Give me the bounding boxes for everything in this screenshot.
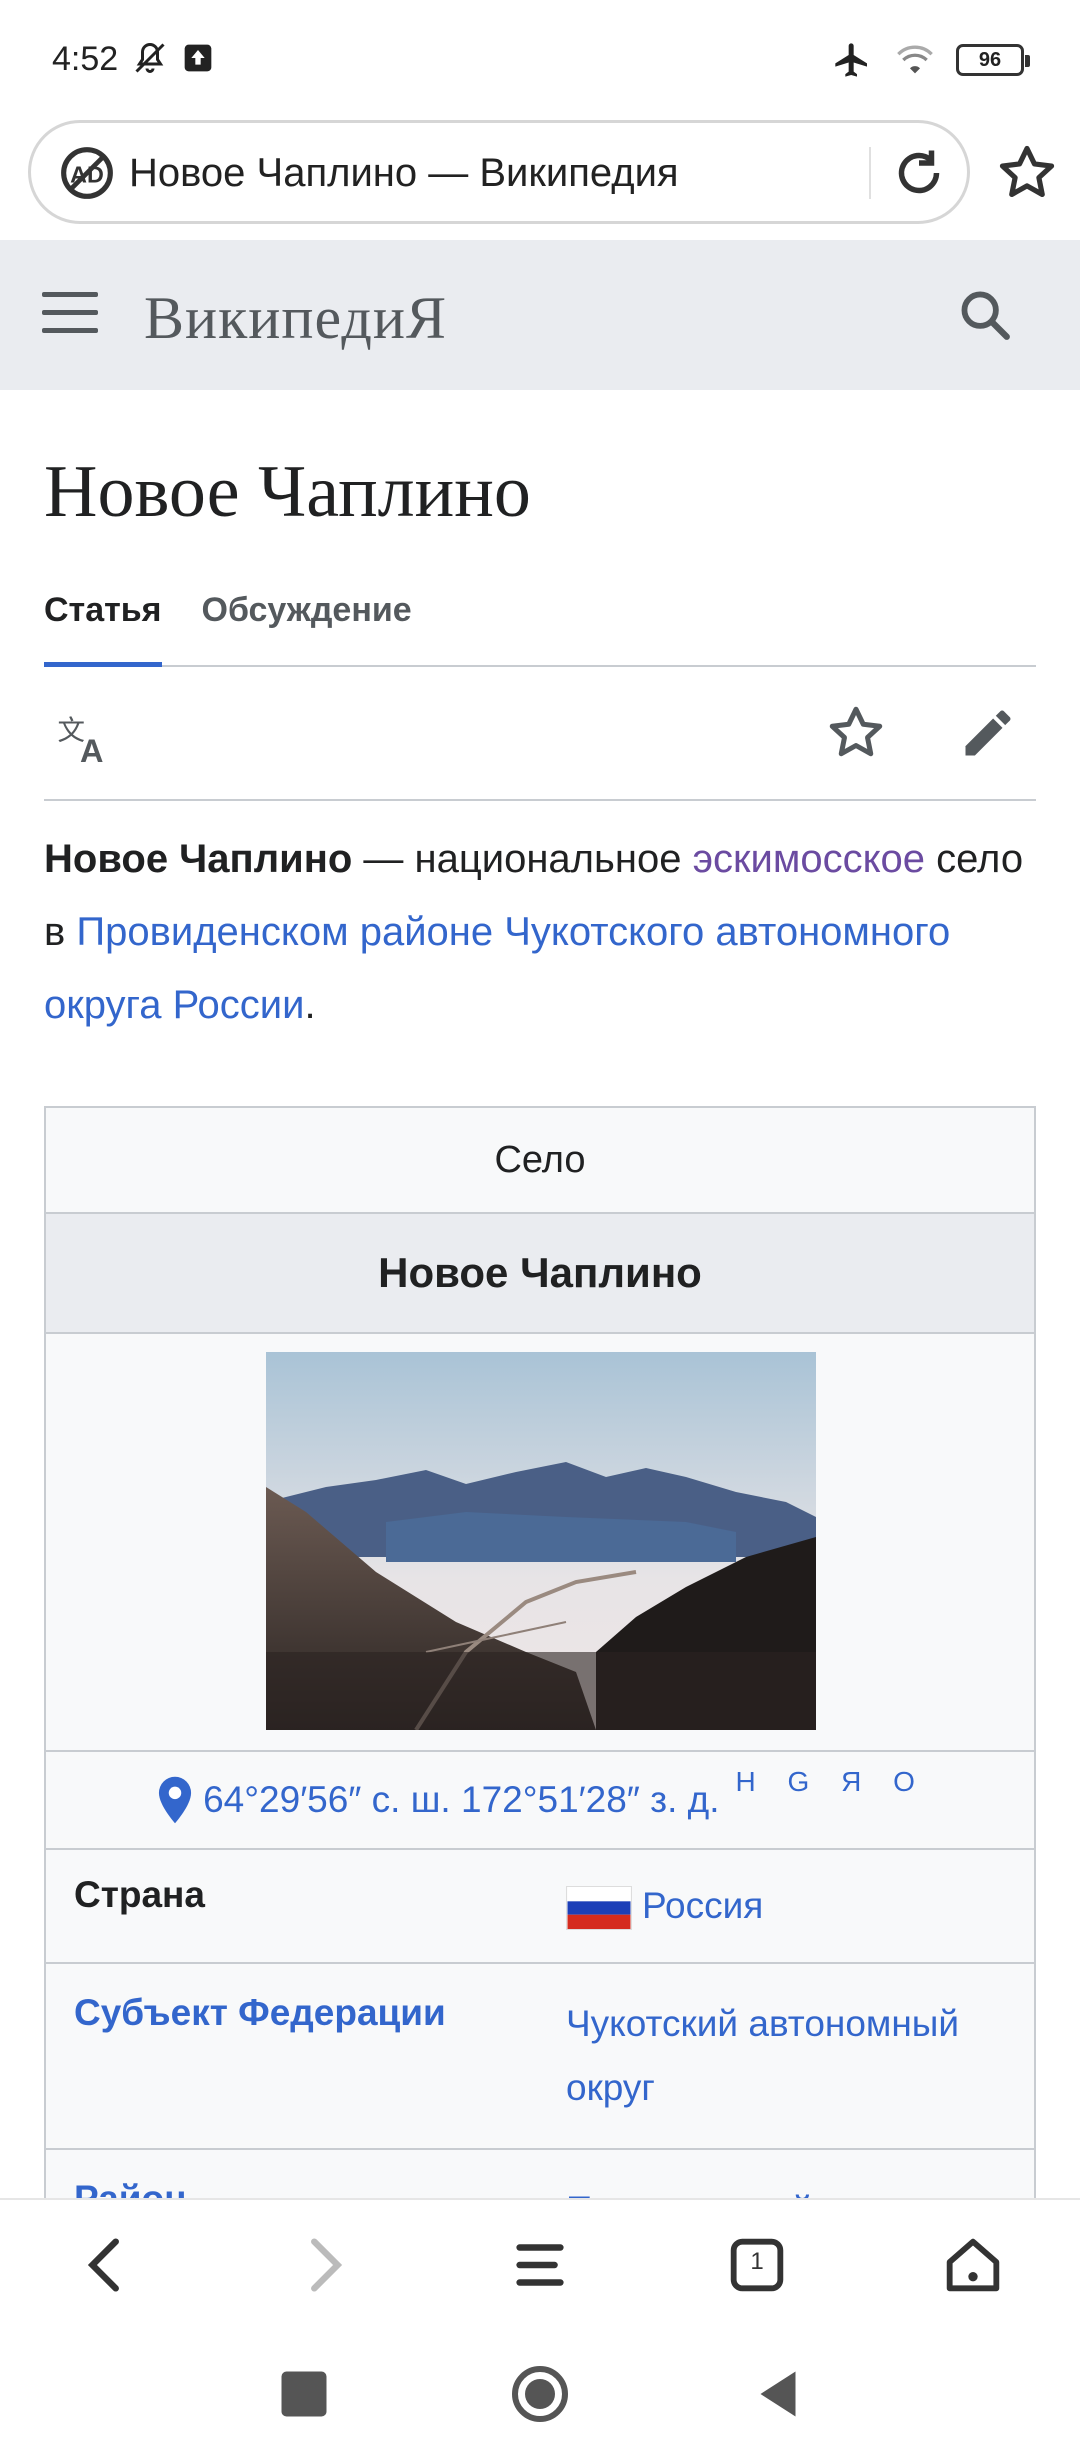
article-content: Новое Чаплино Статья Обсуждение 文A Новое… [44, 390, 1036, 1042]
recents-square-icon[interactable] [274, 2364, 334, 2424]
coordinates-map-links[interactable]: H G Я O [736, 1766, 927, 1798]
status-time: 4:52 [52, 40, 119, 78]
link-eskimo[interactable]: эскимосское [693, 837, 925, 881]
map-pin-icon[interactable] [153, 1775, 197, 1825]
infobox-row-subject: Субъект Федерации Чукотский автономный о… [46, 1964, 1034, 2150]
system-nav-bar [0, 2328, 1080, 2460]
address-divider [869, 147, 871, 199]
bookmark-star-icon[interactable] [996, 142, 1058, 204]
village-landscape-photo[interactable] [266, 1352, 816, 1730]
coordinates-link[interactable]: 64°29′56″ с. ш. 172°51′28″ з. д. [203, 1779, 719, 1821]
menu-icon[interactable] [42, 292, 98, 338]
infobox-row-country: Страна Россия [46, 1850, 1034, 1964]
address-bar-title[interactable]: Новое Чаплино — Википедия [129, 151, 679, 196]
upload-icon [184, 44, 212, 72]
infobox-label-country: Страна [74, 1874, 205, 1915]
infobox-value-subject[interactable]: Чукотский автономный округ [566, 1964, 1034, 2148]
status-left-icons [132, 40, 214, 76]
address-bar[interactable]: AD Новое Чаплино — Википедия [28, 120, 970, 224]
lead-text-3: . [304, 983, 316, 1027]
infobox: Село Новое Чаплино 64°29′56″ с. ш. 172°5… [44, 1106, 1036, 2272]
lead-bold-term: Новое Чаплино [44, 837, 353, 881]
status-right-icons: 96 [830, 40, 1030, 80]
wifi-icon [897, 45, 933, 74]
search-icon[interactable] [956, 286, 1014, 344]
browser-bottom-nav: 1 [0, 2198, 1080, 2328]
airplane-icon [835, 43, 867, 77]
tabs-button[interactable]: 1 [722, 2230, 792, 2300]
tab-article[interactable]: Статья [44, 583, 162, 667]
translate-icon[interactable]: 文A [54, 707, 116, 768]
address-bar-row: AD Новое Чаплино — Википедия [0, 120, 1080, 240]
russia-flag-icon [566, 1886, 632, 1931]
back-triangle-icon[interactable] [748, 2364, 808, 2424]
home-circle-icon[interactable] [510, 2364, 570, 2424]
tab-discussion[interactable]: Обсуждение [202, 583, 412, 665]
infobox-value-country[interactable]: Россия [566, 1850, 1034, 1962]
infobox-name: Новое Чаплино [46, 1214, 1034, 1334]
infobox-image-row [46, 1334, 1034, 1752]
no-ads-icon[interactable]: AD [59, 145, 115, 201]
lead-paragraph: Новое Чаплино — национальное эскимосское… [44, 823, 1036, 1042]
wiki-header: ВикипедиЯ [0, 240, 1080, 390]
link-providence-district[interactable]: Провиденском районе Чукотского автономно… [44, 910, 950, 1027]
menu-lines-icon[interactable] [505, 2230, 575, 2300]
bell-off-icon [135, 42, 165, 73]
coordinates-row: 64°29′56″ с. ш. 172°51′28″ з. д. H G Я O [46, 1752, 1034, 1850]
infobox-type: Село [46, 1108, 1034, 1214]
home-icon[interactable] [938, 2230, 1008, 2300]
reload-icon[interactable] [889, 143, 949, 203]
country-link[interactable]: Россия [642, 1885, 763, 1926]
battery-indicator: 96 [956, 44, 1030, 76]
status-bar: 4:52 96 [0, 0, 1080, 120]
edit-pencil-icon[interactable] [958, 703, 1018, 763]
svg-text:A: A [80, 733, 103, 767]
page-actions: 文A [44, 667, 1036, 801]
lead-text-1: — национальное [352, 837, 693, 881]
back-icon[interactable] [72, 2230, 142, 2300]
article-tabs: Статья Обсуждение [44, 583, 1036, 667]
infobox-label-subject[interactable]: Субъект Федерации [46, 1964, 566, 2148]
watch-star-icon[interactable] [826, 703, 886, 763]
wikipedia-wordmark[interactable]: ВикипедиЯ [144, 284, 447, 353]
page-title: Новое Чаплино [44, 451, 531, 533]
tabs-count: 1 [750, 2248, 764, 2275]
forward-icon[interactable] [288, 2230, 358, 2300]
